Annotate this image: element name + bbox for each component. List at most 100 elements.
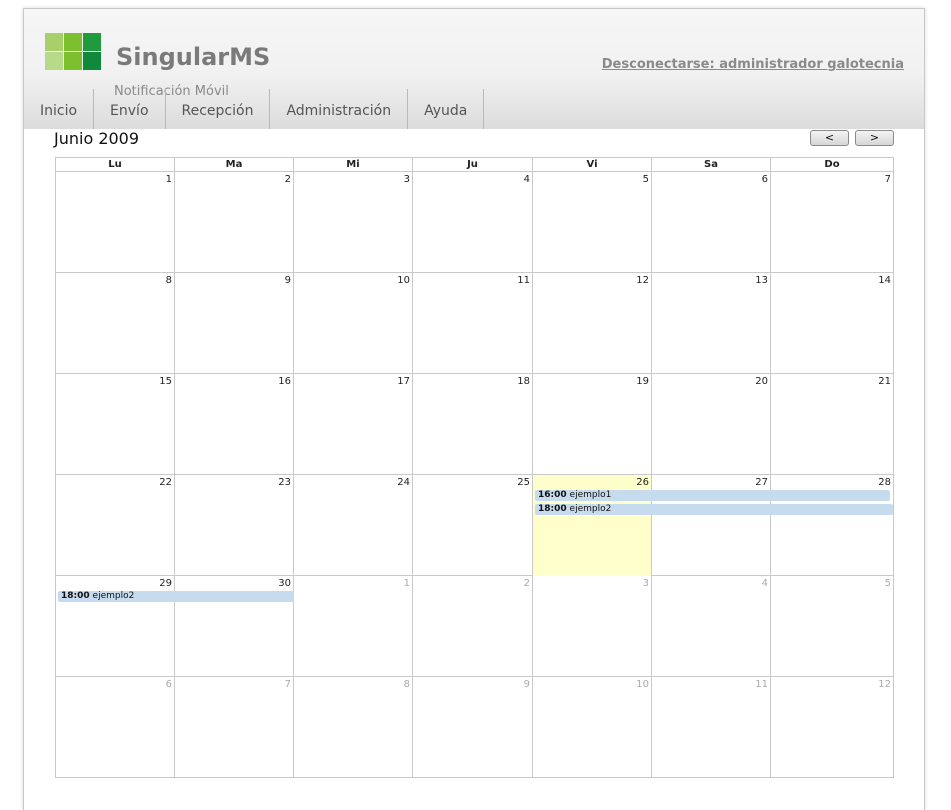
logo-square xyxy=(83,52,101,70)
day-number: 17 xyxy=(397,376,410,387)
logo-square xyxy=(45,52,63,70)
month-title: Junio 2009 xyxy=(54,129,140,148)
day-number: 9 xyxy=(523,679,530,690)
day-number: 14 xyxy=(878,275,891,286)
event-time: 18:00 xyxy=(61,591,90,601)
day-cell[interactable]: 19 xyxy=(533,374,652,475)
day-cell[interactable]: 10 xyxy=(533,677,652,778)
day-number: 19 xyxy=(636,376,649,387)
logo-square xyxy=(64,52,82,70)
day-cell[interactable]: 8 xyxy=(294,677,413,778)
day-cell[interactable]: 18 xyxy=(413,374,533,475)
day-cell[interactable]: 12 xyxy=(771,677,893,778)
day-cell[interactable]: 25 xyxy=(413,475,533,576)
day-cell[interactable]: 17 xyxy=(294,374,413,475)
day-number: 4 xyxy=(523,174,530,185)
page-container: SingularMS Notificación Móvil Desconecta… xyxy=(23,8,925,810)
day-cell[interactable]: 16 xyxy=(175,374,294,475)
day-number: 24 xyxy=(397,477,410,488)
day-number: 27 xyxy=(755,477,768,488)
day-cell[interactable]: 7 xyxy=(771,172,893,273)
calendar-event[interactable]: 16:00 ejemplo1 xyxy=(535,490,890,501)
day-number: 13 xyxy=(755,275,768,286)
day-number: 12 xyxy=(878,679,891,690)
day-number: 15 xyxy=(159,376,172,387)
day-number: 5 xyxy=(884,578,891,589)
weekday-label: Ma xyxy=(175,158,294,172)
prev-month-button[interactable]: < xyxy=(810,130,849,146)
day-number: 23 xyxy=(278,477,291,488)
day-cell[interactable]: 24 xyxy=(294,475,413,576)
next-month-button[interactable]: > xyxy=(855,130,894,146)
day-cell[interactable]: 9 xyxy=(175,273,294,374)
day-number: 6 xyxy=(761,174,768,185)
day-number: 22 xyxy=(159,477,172,488)
day-number: 6 xyxy=(165,679,172,690)
day-cell[interactable]: 6 xyxy=(652,172,771,273)
day-number: 5 xyxy=(642,174,649,185)
day-cell[interactable]: 4 xyxy=(413,172,533,273)
day-number: 8 xyxy=(165,275,172,286)
day-number: 28 xyxy=(878,477,891,488)
day-cell[interactable]: 15 xyxy=(56,374,175,475)
day-number: 1 xyxy=(403,578,410,589)
event-title: ejemplo2 xyxy=(569,504,612,514)
day-cell[interactable]: 13 xyxy=(652,273,771,374)
day-cell[interactable]: 1 xyxy=(294,576,413,677)
nav-item-recepcion[interactable]: Recepción xyxy=(166,89,271,129)
day-cell[interactable]: 5 xyxy=(533,172,652,273)
day-cell[interactable]: 7 xyxy=(175,677,294,778)
day-cell[interactable]: 8 xyxy=(56,273,175,374)
day-cell[interactable]: 6 xyxy=(56,677,175,778)
calendar-event[interactable]: 18:00 ejemplo2 xyxy=(58,591,294,602)
weekday-label: Ju xyxy=(413,158,533,172)
day-cell[interactable]: 23 xyxy=(175,475,294,576)
weekday-label: Vi xyxy=(533,158,652,172)
calendar-event[interactable]: 18:00 ejemplo2 xyxy=(535,504,893,515)
day-cell[interactable]: 4 xyxy=(652,576,771,677)
weekday-label: Lu xyxy=(56,158,175,172)
logout-link[interactable]: Desconectarse: administrador galotecnia xyxy=(602,57,904,72)
calendar-week: 6 7 8 9 10 11 12 xyxy=(56,677,893,778)
day-number: 10 xyxy=(636,679,649,690)
day-cell[interactable]: 14 xyxy=(771,273,893,374)
day-cell[interactable]: 21 xyxy=(771,374,893,475)
logo-square xyxy=(64,33,82,51)
day-cell[interactable]: 2 xyxy=(413,576,533,677)
day-cell[interactable]: 20 xyxy=(652,374,771,475)
day-number: 8 xyxy=(403,679,410,690)
day-cell[interactable]: 5 xyxy=(771,576,893,677)
weekday-header: Lu Ma Mi Ju Vi Sa Do xyxy=(56,158,893,172)
logo-square xyxy=(83,33,101,51)
day-number: 2 xyxy=(284,174,291,185)
nav-item-envio[interactable]: Envío xyxy=(94,89,166,129)
day-number: 29 xyxy=(159,578,172,589)
event-title: ejemplo1 xyxy=(569,490,612,500)
main-nav: Inicio Envío Recepción Administración Ay… xyxy=(24,89,485,129)
nav-item-ayuda[interactable]: Ayuda xyxy=(408,89,485,129)
day-number: 25 xyxy=(517,477,530,488)
day-cell[interactable]: 12 xyxy=(533,273,652,374)
event-time: 18:00 xyxy=(538,504,567,514)
day-cell[interactable]: 10 xyxy=(294,273,413,374)
month-calendar: Lu Ma Mi Ju Vi Sa Do 1 2 3 4 5 6 7 8 9 10 11 12 13 14 15 16 17… xyxy=(55,157,894,778)
nav-item-administracion[interactable]: Administración xyxy=(270,89,409,129)
day-cell[interactable]: 11 xyxy=(413,273,533,374)
day-cell[interactable]: 1 xyxy=(56,172,175,273)
calendar-header: Junio 2009 < > xyxy=(54,129,894,155)
nav-item-inicio[interactable]: Inicio xyxy=(24,89,95,129)
day-cell[interactable]: 9 xyxy=(413,677,533,778)
weekday-label: Mi xyxy=(294,158,413,172)
day-number: 3 xyxy=(642,578,649,589)
day-cell[interactable]: 3 xyxy=(294,172,413,273)
day-cell[interactable]: 3 xyxy=(533,576,652,677)
day-number: 1 xyxy=(165,174,172,185)
day-number: 12 xyxy=(636,275,649,286)
day-cell[interactable]: 2 xyxy=(175,172,294,273)
day-number: 11 xyxy=(755,679,768,690)
day-number: 7 xyxy=(284,679,291,690)
day-number: 16 xyxy=(278,376,291,387)
day-number: 2 xyxy=(523,578,530,589)
day-cell[interactable]: 22 xyxy=(56,475,175,576)
day-cell[interactable]: 11 xyxy=(652,677,771,778)
